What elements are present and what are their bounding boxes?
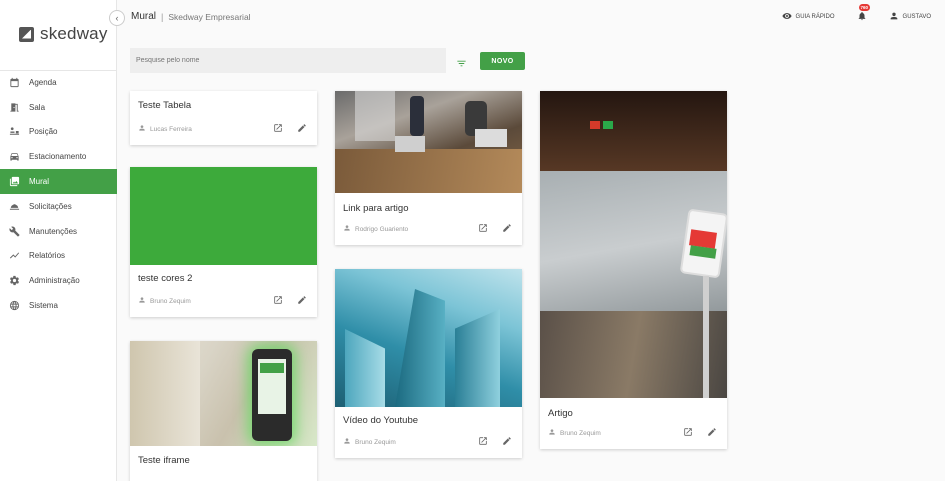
sidebar-item-label: Estacionamento	[29, 152, 87, 162]
card-image-device	[130, 341, 317, 446]
card-image-buildings	[335, 269, 522, 407]
card-meta: Rodrigo Guariento	[343, 223, 512, 235]
user-name: GUSTAVO	[902, 14, 931, 20]
sidebar-item-solicitacoes[interactable]: Solicitações	[0, 194, 117, 219]
card-meta: Lucas Ferreira	[138, 123, 307, 135]
sidebar-item-label: Mural	[29, 177, 50, 187]
user-menu[interactable]: GUSTAVO	[889, 11, 931, 23]
sidebar: skedway Agenda Sala Posição Estacionamen…	[0, 0, 117, 481]
card-artigo[interactable]: Artigo Bruno Zequim	[540, 91, 727, 449]
photo-icon	[9, 176, 20, 187]
sidebar-item-manutencoes[interactable]: Manutenções	[0, 219, 117, 244]
card-title: Artigo	[548, 408, 573, 419]
sidebar-item-sala[interactable]: Sala	[0, 95, 117, 120]
breadcrumb: Mural | Skedway Empresarial	[131, 11, 251, 22]
person-icon	[548, 428, 560, 438]
card-title: Teste Tabela	[138, 100, 192, 111]
sidebar-item-label: Relatórios	[29, 251, 66, 261]
card-title: Teste iframe	[138, 455, 190, 466]
open-external-icon[interactable]	[478, 223, 488, 235]
globe-icon	[9, 300, 20, 311]
card-meta: Bruno Zequim	[343, 436, 512, 448]
sidebar-item-label: Sala	[29, 102, 46, 112]
sidebar-item-posicao[interactable]: Posição	[0, 120, 117, 145]
person-icon	[889, 11, 899, 23]
card-teste-cores-2[interactable]: teste cores 2 Bruno Zequim	[130, 167, 317, 317]
person-icon	[343, 437, 355, 447]
edit-icon[interactable]	[502, 436, 512, 448]
gear-icon	[9, 275, 20, 286]
sidebar-item-agenda[interactable]: Agenda	[0, 70, 117, 95]
sidebar-item-label: Administração	[29, 276, 80, 286]
bell-service-icon	[9, 201, 20, 212]
card-author: Lucas Ferreira	[150, 125, 192, 133]
person-icon	[138, 296, 150, 306]
notification-badge: 760	[858, 4, 871, 11]
desk-icon	[9, 126, 20, 137]
card-teste-tabela[interactable]: Teste Tabela Lucas Ferreira	[130, 91, 317, 145]
car-icon	[9, 151, 20, 162]
breadcrumb-separator: |	[161, 11, 164, 22]
card-author: Bruno Zequim	[150, 297, 191, 305]
card-title: teste cores 2	[138, 273, 193, 284]
open-external-icon[interactable]	[478, 436, 488, 448]
page-title: Mural	[131, 11, 157, 22]
search-input[interactable]	[130, 48, 446, 73]
logo[interactable]: skedway	[19, 24, 108, 44]
calendar-icon	[9, 77, 20, 88]
card-title: Link para artigo	[343, 203, 409, 214]
bell-icon	[857, 11, 867, 23]
open-external-icon[interactable]	[683, 427, 693, 439]
card-author: Rodrigo Guariento	[355, 225, 409, 233]
eye-icon	[781, 11, 792, 23]
edit-icon[interactable]	[297, 295, 307, 307]
card-author: Bruno Zequim	[560, 429, 601, 437]
card-image-office	[540, 91, 727, 398]
sidebar-item-label: Agenda	[29, 77, 57, 87]
card-image-meeting	[335, 91, 522, 193]
card-image-green	[130, 167, 317, 265]
trend-icon	[9, 250, 20, 261]
new-button[interactable]: NOVO	[480, 52, 525, 70]
header-actions: GUIA RÁPIDO 760 GUSTAVO	[781, 4, 931, 23]
chevron-left-icon: ‹	[115, 13, 119, 23]
edit-icon[interactable]	[297, 123, 307, 135]
open-external-icon[interactable]	[273, 295, 283, 307]
sidebar-item-administracao[interactable]: Administração	[0, 268, 117, 293]
sidebar-item-label: Manutenções	[29, 226, 78, 236]
card-meta: Bruno Zequim	[138, 295, 307, 307]
notifications-button[interactable]: 760	[857, 4, 871, 23]
sidebar-item-relatorios[interactable]: Relatórios	[0, 244, 117, 269]
card-title: Vídeo do Youtube	[343, 415, 419, 426]
card-video-do-youtube[interactable]: Vídeo do Youtube Bruno Zequim	[335, 269, 522, 458]
skedway-logo-icon	[19, 26, 34, 42]
sidebar-item-mural[interactable]: Mural	[0, 169, 117, 194]
quick-guide-label: GUIA RÁPIDO	[795, 14, 835, 20]
breadcrumb-company[interactable]: Skedway Empresarial	[168, 12, 250, 22]
sidebar-item-label: Solicitações	[29, 201, 72, 211]
person-icon	[343, 224, 355, 234]
person-icon	[138, 124, 150, 134]
sidebar-item-label: Posição	[29, 127, 58, 137]
card-author: Bruno Zequim	[355, 438, 396, 446]
edit-icon[interactable]	[707, 427, 717, 439]
door-icon	[9, 102, 20, 113]
card-teste-iframe[interactable]: Teste iframe	[130, 341, 317, 481]
wrench-icon	[9, 226, 20, 237]
logo-text: skedway	[40, 24, 108, 43]
card-link-para-artigo[interactable]: Link para artigo Rodrigo Guariento	[335, 91, 522, 245]
sidebar-item-label: Sistema	[29, 301, 58, 311]
quick-guide-button[interactable]: GUIA RÁPIDO	[781, 11, 835, 23]
sidebar-nav: Agenda Sala Posição Estacionamento Mural…	[0, 70, 117, 318]
filter-icon[interactable]	[456, 56, 467, 67]
collapse-sidebar-button[interactable]: ‹	[109, 10, 125, 26]
card-meta: Bruno Zequim	[548, 427, 717, 439]
sidebar-item-estacionamento[interactable]: Estacionamento	[0, 144, 117, 169]
edit-icon[interactable]	[502, 223, 512, 235]
sidebar-item-sistema[interactable]: Sistema	[0, 293, 117, 318]
open-external-icon[interactable]	[273, 123, 283, 135]
